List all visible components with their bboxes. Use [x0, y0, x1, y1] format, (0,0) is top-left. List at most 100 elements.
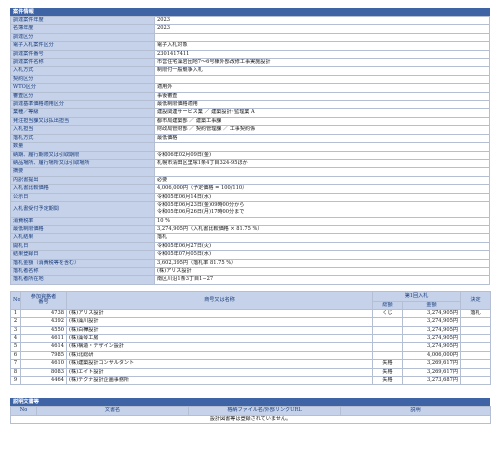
info-value [154, 74, 490, 85]
row-note: 失格 [372, 376, 403, 386]
info-row: 調達基準価格適用区分 最低制限価格適用 [10, 100, 490, 110]
info-value: 市営住宅藻岩団地7〜6号棟外部改修工事実施設計 [154, 58, 490, 68]
info-key: 入札方式 [10, 66, 155, 76]
row-reg-number: 4610 [20, 359, 67, 369]
row-amount: 3,274,905円 [402, 325, 461, 336]
info-key: 内訳書提出 [10, 175, 155, 186]
info-key: 落札方式 [10, 133, 155, 144]
table-row: 7 4610 (株)建築設計コンサルタント 失格 3,269,617円 [10, 359, 491, 369]
row-decision [460, 342, 491, 352]
row-amount: 3,274,905円 [402, 308, 461, 319]
row-decision [460, 350, 491, 361]
info-value: 令和05年06月23日(金)09時00分から 令和05年06月26日(月)17時… [154, 200, 490, 218]
info-row: 結果登録日 令和05年07月05日(水) [10, 250, 490, 260]
info-row: 消費税率 10 % [10, 216, 490, 226]
row-reg-number: 4738 [20, 308, 67, 319]
row-decision: 落札 [460, 308, 491, 319]
doc-col-file: 格納ファイル名/外部リンクURL [188, 406, 341, 416]
info-value: 最低価格 [154, 133, 490, 144]
info-value: 落札 [154, 233, 490, 243]
row-company-name: (株)エイト設計 [66, 367, 373, 378]
info-key: WTO区分 [10, 83, 155, 93]
info-value: 3,602,395円（落札率 81.75 %） [154, 258, 490, 268]
info-row: 電子入札案件区分 電子入札対象 [10, 41, 490, 51]
info-key: 名簿年度 [10, 24, 155, 34]
info-key: 入札書比較価格 [10, 184, 155, 194]
info-row: 調達案件名称 市営住宅藻岩団地7〜6号棟外部改修工事実施設計 [10, 58, 490, 68]
row-reg-number: 8083 [20, 367, 67, 378]
doc-empty-message: 設計図書等は登録されていません。 [10, 414, 491, 425]
info-row: 内訳書提出 必要 [10, 175, 490, 186]
row-note [372, 333, 403, 344]
info-key: 最低制限価格 [10, 224, 155, 235]
col-decision: 決定 [460, 290, 491, 310]
row-no: 8 [10, 367, 21, 378]
info-key: 公示日 [10, 192, 155, 202]
row-amount: 3,274,905円 [402, 342, 461, 352]
info-value: 2301417411 [154, 49, 490, 60]
row-reg-number: 4550 [20, 325, 67, 336]
info-value: 令和05年06月14日(水) [154, 192, 490, 202]
info-value: 都市局建築部 ／ 建築工事課 [154, 116, 490, 127]
row-amount: 3,273,687円 [402, 376, 461, 386]
table-row: 9 4464 (株)テクナ設計企画事務所 失格 3,273,687円 [10, 376, 491, 386]
col-round1: 第1回入札 [372, 290, 461, 302]
info-key: 入札結果 [10, 233, 155, 243]
info-row: 入札結果 落札 [10, 233, 490, 243]
info-row: 名簿年度 2023 [10, 24, 490, 34]
info-value: 建設関連サービス業 ／ 建築設計･監理業 A [154, 108, 490, 118]
info-key: 落札者所在地 [10, 275, 155, 285]
row-reg-number: 4614 [20, 342, 67, 352]
info-value: 4,006,000円（予定価格 = 100/110） [154, 184, 490, 194]
row-amount: 3,274,905円 [402, 333, 461, 344]
row-note [372, 317, 403, 327]
row-no: 3 [10, 325, 21, 336]
row-amount: 3,269,617円 [402, 367, 461, 378]
row-decision [460, 333, 491, 344]
info-value: 必要 [154, 175, 490, 186]
row-company-name: (株)北総研 [66, 350, 373, 361]
info-value: 南区川沿1条3丁目1−27 [154, 275, 490, 285]
row-note: 失格 [372, 367, 403, 378]
info-row: 公示日 令和05年06月14日(水) [10, 192, 490, 202]
bid-results-table: No 参加資格者 番号 商号又は名称 第1回入札 決定 総額 金額 1 4738(… [10, 290, 491, 386]
info-row: 入札書比較価格 4,006,000円（予定価格 = 100/110） [10, 184, 490, 194]
info-key: 摘要 [10, 167, 155, 177]
info-row: 落札金額（消費税等を含む） 3,602,395円（落札率 81.75 %） [10, 258, 490, 268]
doc-col-note: 説明 [340, 406, 491, 416]
row-no: 5 [10, 342, 21, 352]
info-value: 財政局管財部 ／ 契約管理課 ／ 工事契約係 [154, 125, 490, 135]
row-amount: 3,269,617円 [402, 359, 461, 369]
info-key: 開札日 [10, 241, 155, 252]
info-key: 入札書受付予定期間 [10, 200, 155, 218]
row-note: くじ [372, 308, 403, 319]
info-key: 電子入札案件区分 [10, 41, 155, 51]
info-row: 発注担当課又は払出担当 都市局建築部 ／ 建築工事課 [10, 116, 490, 127]
col-note: 総額 [372, 300, 403, 310]
row-company-name: (株)アリス設計 [66, 308, 373, 319]
info-row: 納品場所、履行場所又は引取場所 札幌市清田区里塚1条4丁目324-95ほか [10, 158, 490, 169]
row-company-name: (株)藻川設計 [66, 317, 373, 327]
row-company-name: (株)藻琴工房 [66, 333, 373, 344]
row-amount: 3,274,905円 [402, 317, 461, 327]
row-decision [460, 376, 491, 386]
case-info-title: 案件情報 [10, 8, 490, 16]
row-decision [460, 325, 491, 336]
info-value [154, 32, 490, 43]
info-row: 調達案件番号 2301417411 [10, 49, 490, 60]
info-key: 数量 [10, 142, 155, 152]
row-reg-number: 4392 [20, 317, 67, 327]
info-key: 業種／等級 [10, 108, 155, 118]
doc-col-no: No [10, 406, 37, 416]
row-note [372, 342, 403, 352]
info-row: 落札者名称 (株)アリス設計 [10, 266, 490, 277]
info-row: WTO区分 適用外 [10, 83, 490, 93]
info-key: 落札金額（消費税等を含む） [10, 258, 155, 268]
table-row: 1 4738 (株)アリス設計 くじ 3,274,905円 落札 [10, 308, 491, 319]
row-no: 6 [10, 350, 21, 361]
table-row: 2 4392 (株)藻川設計 3,274,905円 [10, 317, 491, 327]
row-no: 1 [10, 308, 21, 319]
info-row: 落札者所在地 南区川沿1条3丁目1−27 [10, 275, 490, 285]
row-company-name: (株)白樺設計 [66, 325, 373, 336]
info-row: 業種／等級 建設関連サービス業 ／ 建築設計･監理業 A [10, 108, 490, 118]
